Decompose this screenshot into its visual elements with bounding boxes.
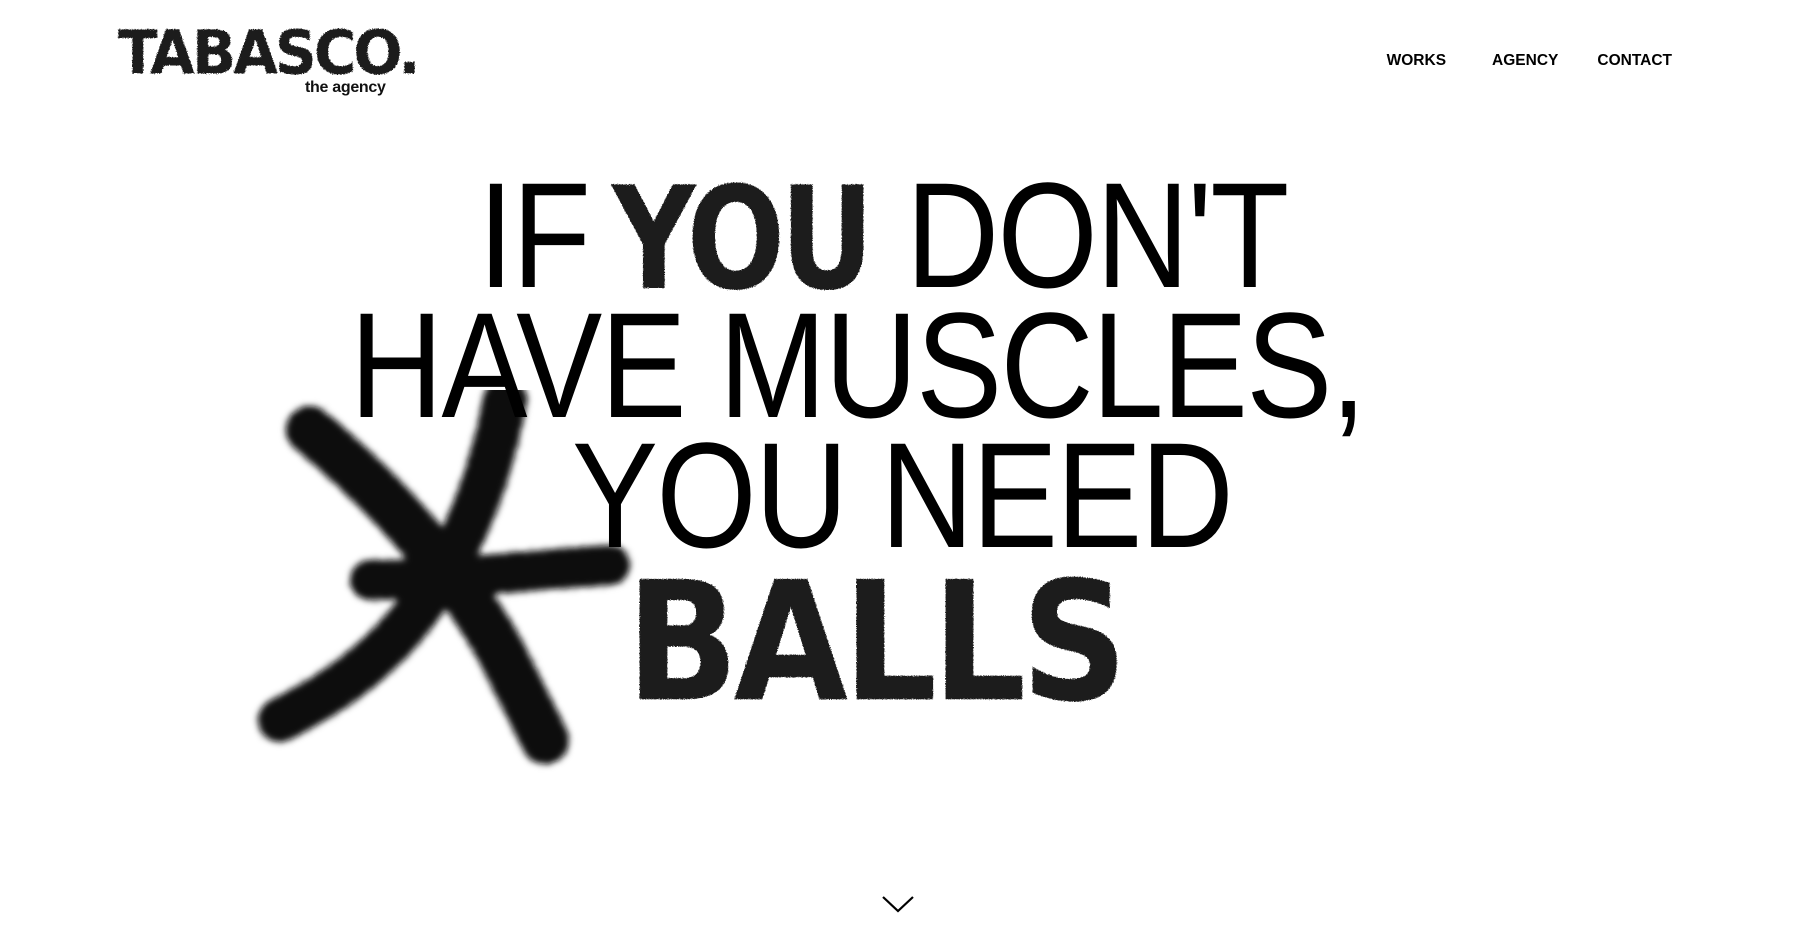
chevron-down-icon[interactable] (880, 892, 916, 916)
hero-line-4: BALLS (626, 545, 1128, 739)
hero-section: IF YOU DON'T HAVE MUSCLES, YOU NEED BALL… (0, 0, 1797, 939)
